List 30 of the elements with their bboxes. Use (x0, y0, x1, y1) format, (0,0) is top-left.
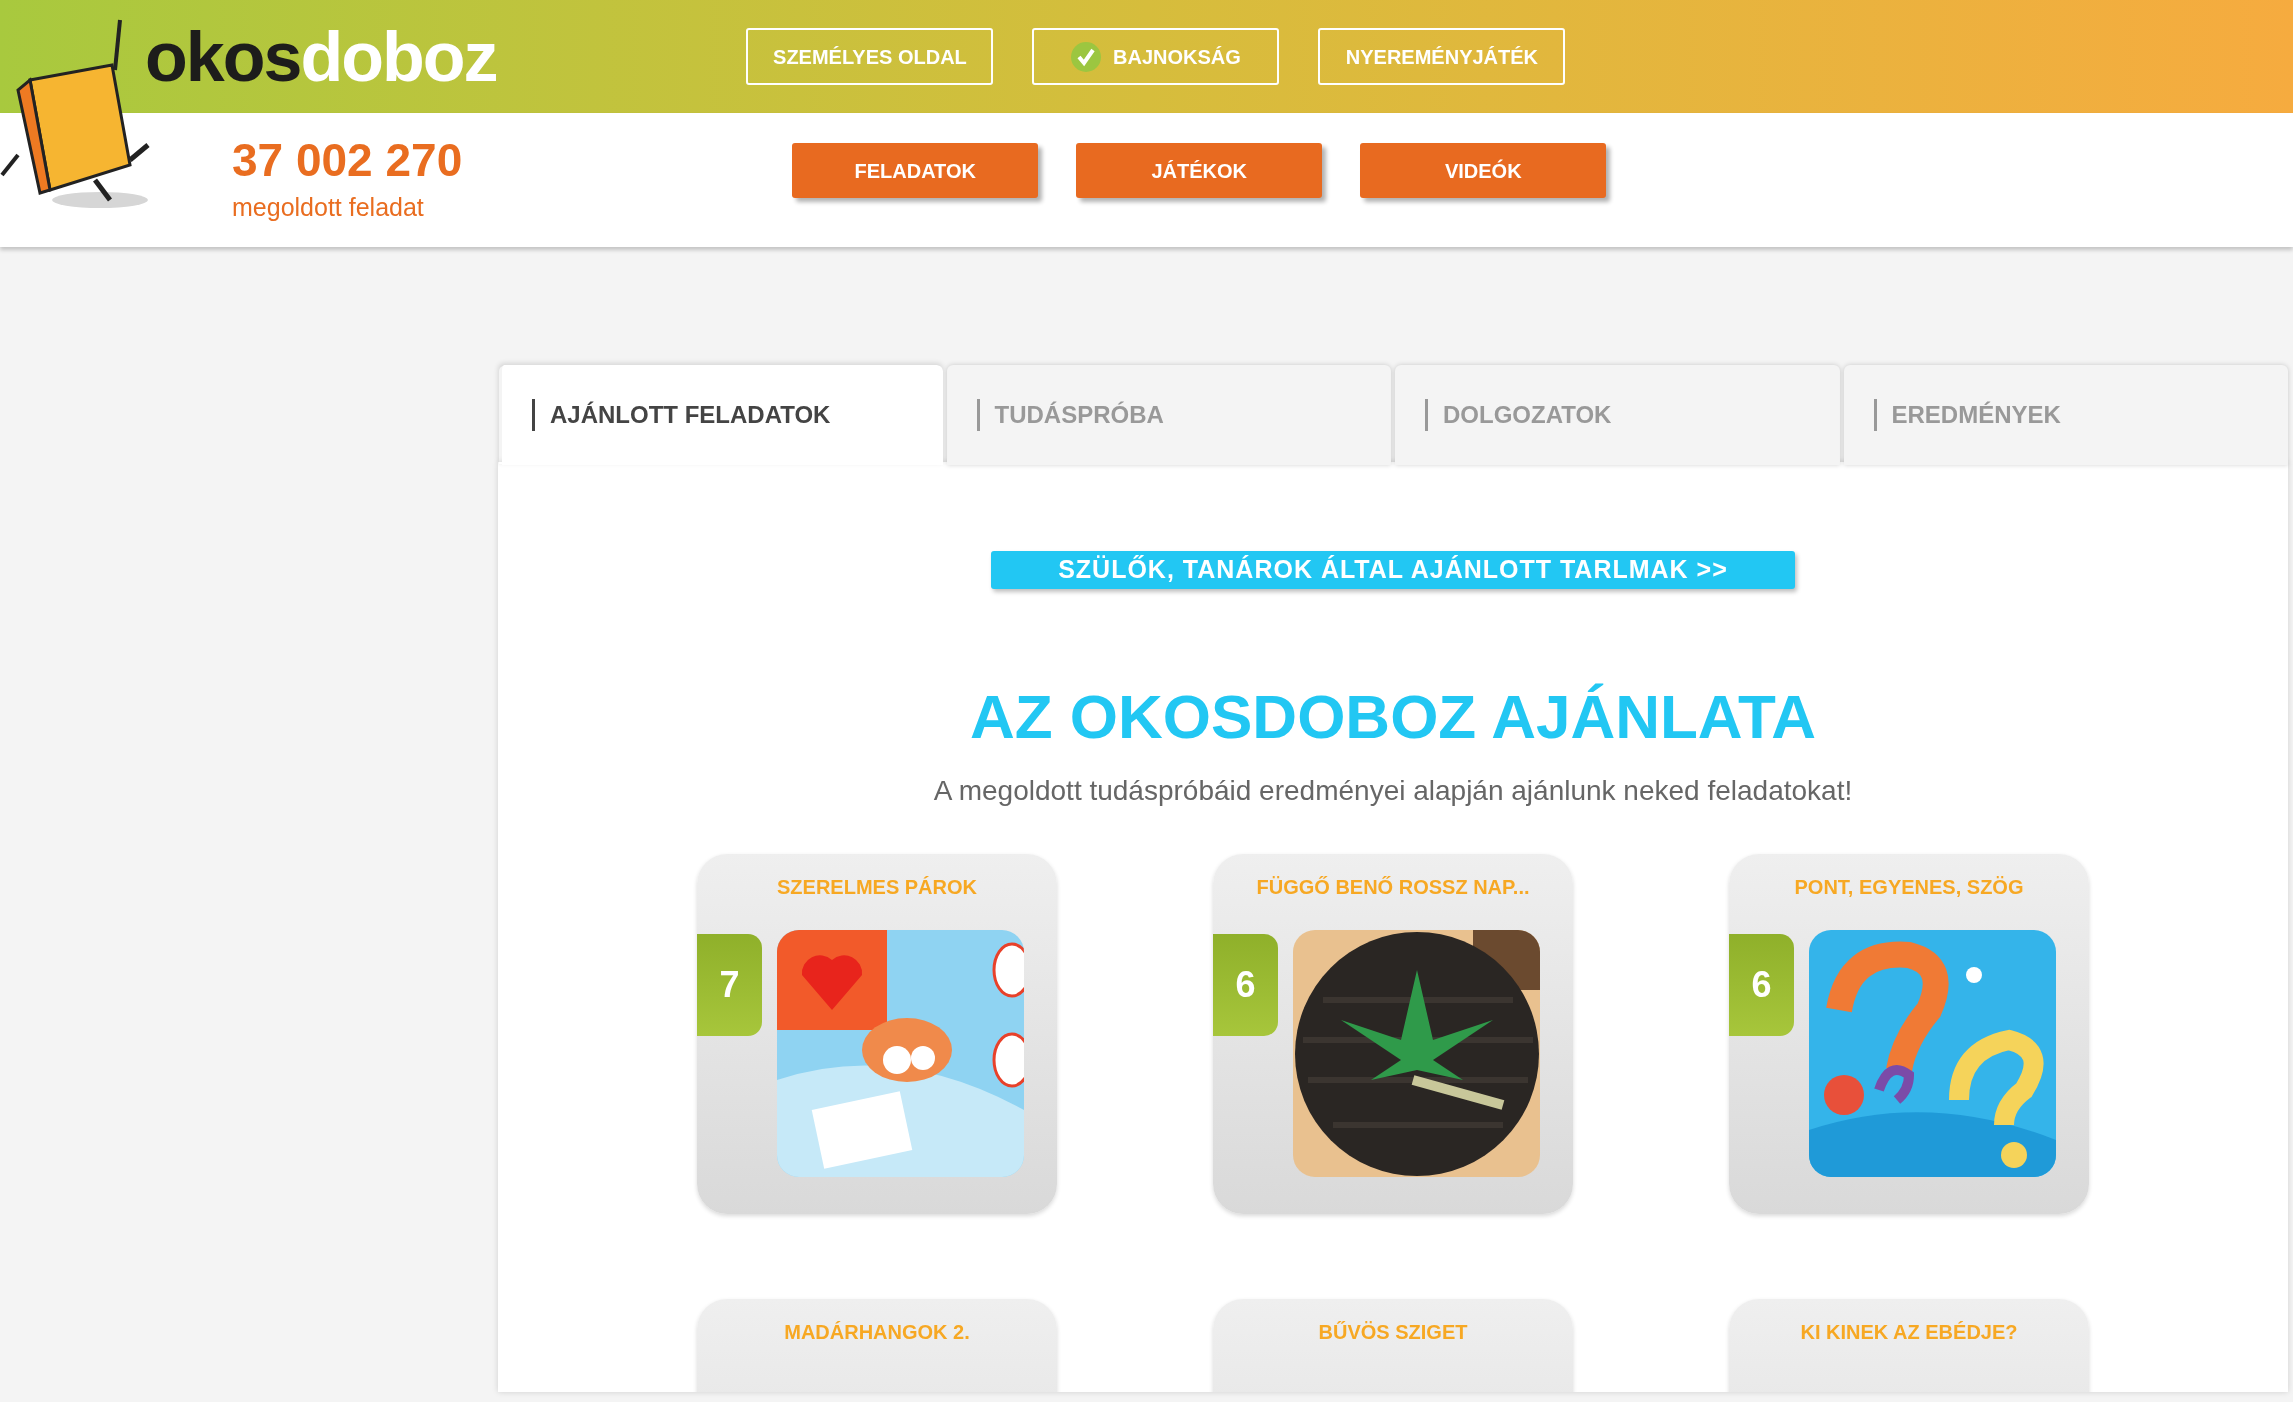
nav-button[interactable]: FELADATOK (792, 143, 1039, 198)
tab[interactable]: EREDMÉNYEK (1843, 365, 2288, 465)
grade-badge: 7 (697, 933, 762, 1036)
recommended-topics-button[interactable]: SZÜLŐK, TANÁROK ÁLTAL AJÁNLOTT TARLMAK >> (991, 551, 1795, 589)
card-title: PONT, EGYENES, SZÖG (1794, 874, 2024, 900)
tab[interactable]: TUDÁSPRÓBA (946, 365, 1391, 465)
task-card[interactable]: BŰVÖS SZIGET (1213, 1298, 1573, 1392)
task-card[interactable]: MADÁRHANGOK 2. (697, 1298, 1057, 1392)
nav-button[interactable]: VIDEÓK (1360, 143, 1607, 198)
grade-badge: 6 (1729, 933, 1794, 1036)
section-subtitle: A megoldott tudáspróbáid eredményei alapján ajánlunk neked feladatokat! (933, 773, 1853, 808)
card-title: MADÁRHANGOK 2. (784, 1319, 970, 1345)
logo-text[interactable]: okosdoboz (145, 21, 497, 92)
card-title: SZERELMES PÁROK (777, 874, 977, 900)
task-card[interactable]: KI KINEK AZ EBÉDJE? (1729, 1298, 2089, 1392)
section-heading: AZ OKOSDOBOZ AJÁNLATA (969, 685, 1817, 748)
grade-badge: 6 (1213, 933, 1278, 1036)
solved-count: 37 002 270 (232, 137, 463, 183)
task-card[interactable]: PONT, EGYENES, SZÖG 6 (1729, 853, 2089, 1214)
nav-button[interactable]: BAJNOKSÁG (1032, 28, 1280, 85)
nav-button[interactable]: SZEMÉLYES OLDAL (746, 28, 994, 85)
nav-button[interactable]: JÁTÉKOK (1076, 143, 1323, 198)
nav-button[interactable]: NYEREMÉNYJÁTÉK (1318, 28, 1566, 85)
task-card[interactable]: SZERELMES PÁROK 7 (697, 853, 1057, 1214)
card-title: BŰVÖS SZIGET (1318, 1319, 1468, 1345)
tab[interactable]: DOLGOZATOK (1395, 365, 1840, 465)
solved-count-label: megoldott feladat (232, 192, 425, 223)
card-title: FÜGGŐ BENŐ ROSSZ NAP... (1256, 874, 1530, 900)
task-card[interactable]: FÜGGŐ BENŐ ROSSZ NAP... 6 (1213, 853, 1573, 1214)
card-title: KI KINEK AZ EBÉDJE? (1800, 1319, 2018, 1345)
